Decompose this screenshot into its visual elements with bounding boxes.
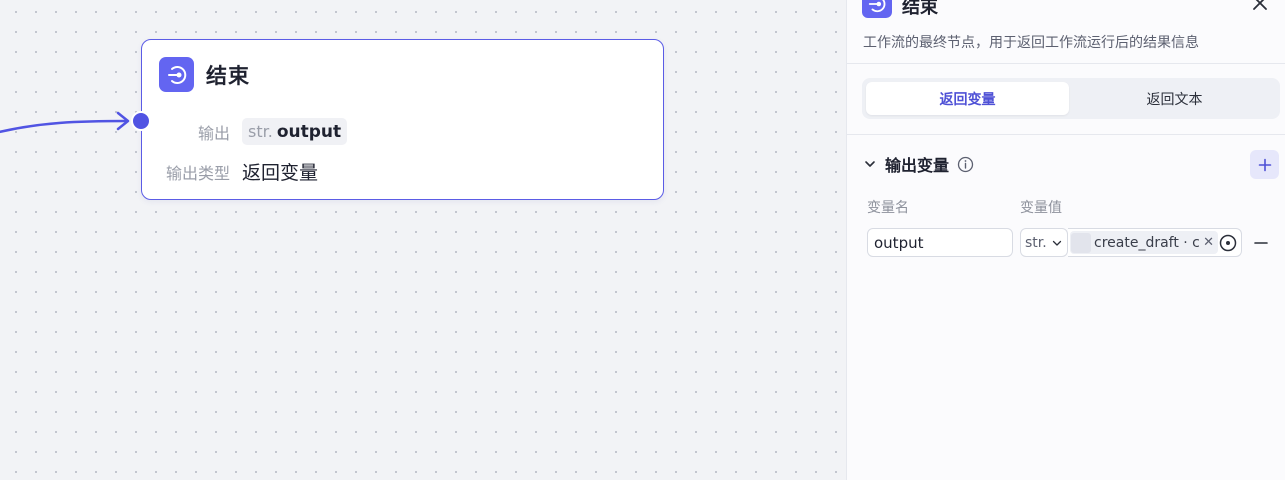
section-title: 输出变量 [885,156,950,175]
close-panel-button[interactable] [1249,0,1271,14]
workflow-canvas[interactable]: 结束 输出 str. output 输出类型 返回变量 [0,0,846,480]
info-icon[interactable] [957,156,974,173]
tab-return-text[interactable]: 返回文本 [1073,82,1276,115]
node-title: 结束 [206,63,250,88]
variable-type-select[interactable]: str. [1020,228,1068,257]
node-output-row: 输出 str. output [160,118,348,145]
reference-text: create_draft · c [1094,234,1200,251]
end-node[interactable]: 结束 输出 str. output 输出类型 返回变量 [131,39,664,200]
column-label-value: 变量值 [1020,200,1062,216]
reference-node-icon [1071,232,1091,253]
add-variable-button[interactable] [1250,150,1279,179]
target-icon [1219,234,1237,252]
remove-variable-button[interactable] [1251,233,1271,253]
panel-end-node-icon [862,0,892,18]
variable-name-input[interactable] [867,228,1013,257]
close-icon [1253,0,1267,10]
remove-reference-icon[interactable]: ✕ [1203,235,1214,250]
output-label: 输出 [197,123,230,143]
node-header: 结束 [159,57,250,92]
output-variable-name: output [276,121,342,142]
output-type-value: 返回变量 [242,162,319,184]
variable-reference-chip[interactable]: create_draft · c ✕ [1070,231,1218,254]
variable-type-value: str. [1025,234,1047,251]
panel-description: 工作流的最终节点，用于返回工作流运行后的结果信息 [863,35,1199,51]
header-divider [847,63,1285,64]
node-output-type-row: 输出类型 返回变量 [160,158,318,185]
output-variable-pill: str. output [242,118,348,145]
output-type-label: 输出类型 [165,163,230,183]
return-mode-toggle: 返回变量 返回文本 [862,78,1280,119]
output-variables-section-header[interactable]: 输出变量 [863,152,974,176]
panel-title: 结束 [902,0,938,18]
plus-icon [1258,158,1271,171]
select-reference-button[interactable] [1218,233,1238,253]
chevron-down-icon [1052,240,1061,246]
tab-divider [847,134,1285,135]
connection-edge[interactable] [0,119,129,134]
input-handle[interactable] [131,111,151,131]
node-config-panel: 结束 工作流的最终节点，用于返回工作流运行后的结果信息 返回变量 返回文本 输出… [846,0,1285,480]
minus-icon [1254,242,1268,244]
edge-arrowhead [116,111,130,131]
tab-return-variable[interactable]: 返回变量 [866,82,1069,115]
output-type-badge: str. [248,122,273,141]
column-label-name: 变量名 [867,200,909,216]
variable-value-field[interactable]: create_draft · c ✕ [1068,228,1242,257]
end-node-icon [159,57,194,92]
chevron-down-icon[interactable] [863,157,877,171]
